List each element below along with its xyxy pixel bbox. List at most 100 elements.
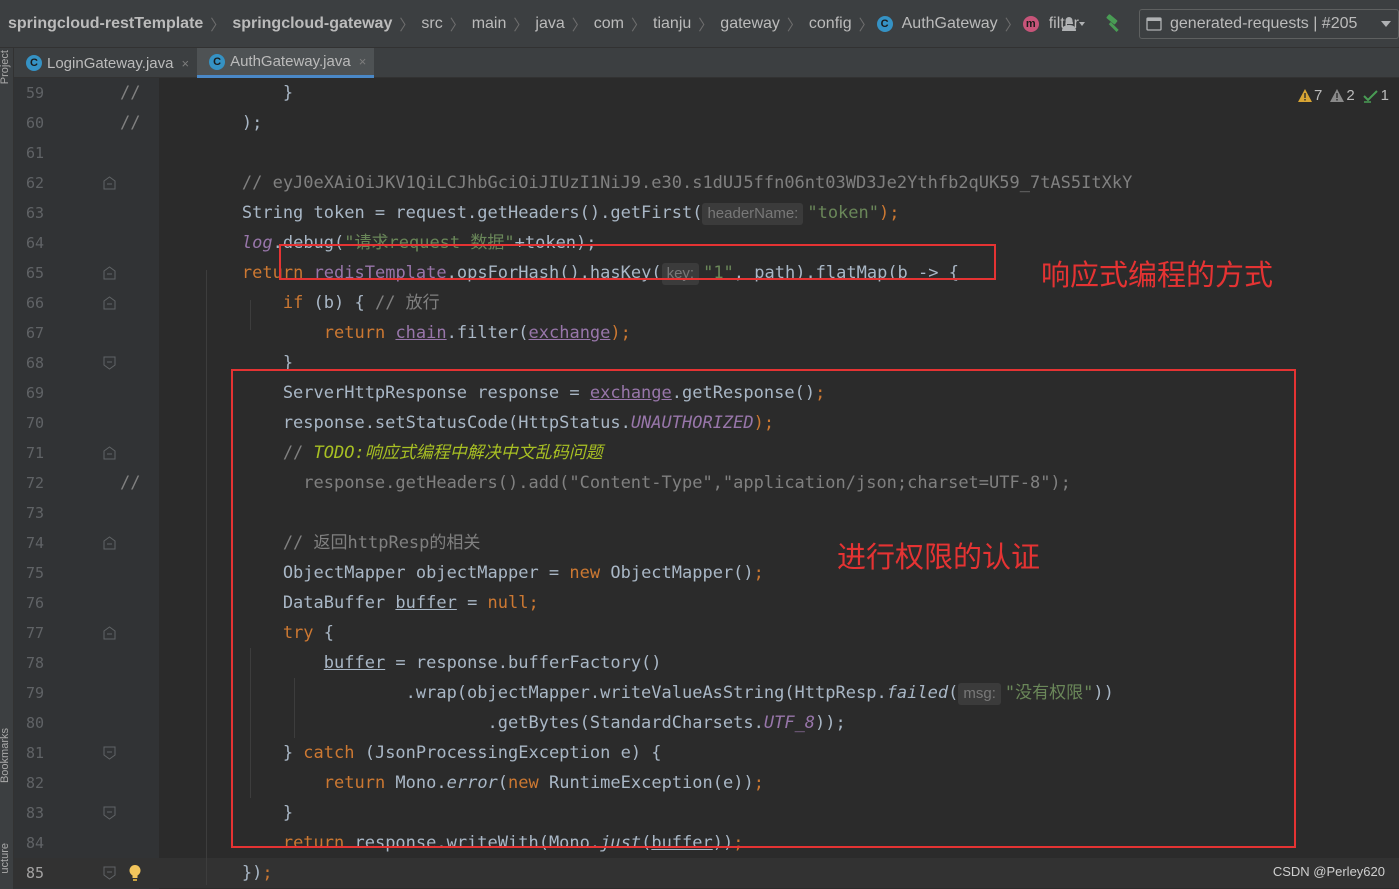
line-number[interactable]: 85 bbox=[14, 858, 44, 888]
tab-label: AuthGateway.java bbox=[230, 53, 351, 70]
class-icon: C bbox=[209, 53, 226, 70]
line-number[interactable]: 65 bbox=[14, 258, 44, 288]
tab-label: LoginGateway.java bbox=[47, 54, 174, 72]
breadcrumb-separator-icon: 〉 bbox=[399, 16, 415, 34]
line-number[interactable]: 66 bbox=[14, 288, 44, 318]
close-icon[interactable]: × bbox=[181, 56, 189, 71]
breadcrumb-item[interactable]: src bbox=[417, 15, 446, 33]
fold-marker-icon[interactable] bbox=[103, 536, 116, 550]
line-number[interactable]: 71 bbox=[14, 438, 44, 468]
fold-marker-icon[interactable] bbox=[103, 176, 116, 190]
breadcrumb-item[interactable]: AuthGateway bbox=[898, 15, 1002, 33]
ok-count: 1 bbox=[1380, 87, 1389, 104]
line-number[interactable]: 75 bbox=[14, 558, 44, 588]
breadcrumb-item[interactable]: config bbox=[805, 15, 856, 33]
fold-marker-icon[interactable] bbox=[103, 446, 116, 460]
tab-login-gateway[interactable]: C LoginGateway.java × bbox=[14, 48, 197, 78]
breadcrumb-item[interactable]: gateway bbox=[716, 15, 784, 33]
line-number[interactable]: 80 bbox=[14, 708, 44, 738]
run-configuration-selector[interactable]: generated-requests | #205 bbox=[1139, 9, 1399, 39]
weak-warning-icon bbox=[1330, 89, 1345, 102]
breadcrumb-separator-icon: 〉 bbox=[1004, 16, 1020, 34]
left-tool-strip: Project Bookmarks ucture bbox=[0, 48, 14, 889]
code-editor[interactable]: 59 // } 60 // ); 61 62 // eyJ0eXAiOiJKV1QiLCJ… bbox=[14, 78, 1399, 889]
code-token: "token" bbox=[807, 203, 879, 223]
structure-tool-tab[interactable]: ucture bbox=[0, 843, 11, 874]
breadcrumb-item[interactable]: com bbox=[590, 15, 628, 33]
code-line[interactable]: 62 // eyJ0eXAiOiJKV1QiLCJhbGciOiJIUzI1Ni… bbox=[14, 168, 1399, 198]
code-text: }); bbox=[160, 858, 273, 888]
ok-indicator[interactable]: 1 bbox=[1362, 87, 1389, 104]
code-line[interactable]: 59 // } bbox=[14, 78, 1399, 108]
weak-warnings-indicator[interactable]: 2 bbox=[1330, 87, 1355, 104]
fold-marker-icon[interactable] bbox=[103, 806, 116, 820]
line-number[interactable]: 74 bbox=[14, 528, 44, 558]
code-text: return chain.filter(exchange); bbox=[160, 318, 631, 348]
tab-auth-gateway[interactable]: C AuthGateway.java × bbox=[197, 48, 375, 78]
inspections-widget[interactable]: 7 2 1 bbox=[1290, 87, 1389, 104]
line-number[interactable]: 81 bbox=[14, 738, 44, 768]
code-line[interactable]: 63 String token = request.getHeaders().g… bbox=[14, 198, 1399, 228]
annotation-auth: 进行权限的认证 bbox=[837, 540, 1041, 574]
project-tool-tab[interactable]: Project bbox=[0, 50, 11, 84]
line-number[interactable]: 79 bbox=[14, 678, 44, 708]
line-number[interactable]: 59 bbox=[14, 78, 44, 108]
fold-marker-icon[interactable] bbox=[103, 746, 116, 760]
code-token: String token = request.getHeaders().getF… bbox=[160, 203, 703, 223]
line-number[interactable]: 76 bbox=[14, 588, 44, 618]
line-number[interactable]: 67 bbox=[14, 318, 44, 348]
code-line[interactable]: 60 // ); bbox=[14, 108, 1399, 138]
fold-marker-icon[interactable] bbox=[103, 356, 116, 370]
breadcrumb-item[interactable]: springcloud-gateway bbox=[228, 15, 396, 33]
weak-warnings-count: 2 bbox=[1346, 87, 1355, 104]
reactive-highlight-box bbox=[279, 244, 996, 280]
line-number[interactable]: 61 bbox=[14, 138, 44, 168]
lightbulb-icon[interactable] bbox=[128, 864, 142, 882]
line-number[interactable]: 78 bbox=[14, 648, 44, 678]
fold-marker-icon[interactable] bbox=[103, 866, 116, 880]
user-icon[interactable] bbox=[1057, 10, 1091, 38]
breadcrumb-item[interactable]: main bbox=[468, 15, 511, 33]
fold-marker-icon[interactable] bbox=[103, 626, 116, 640]
code-line[interactable]: 61 bbox=[14, 138, 1399, 168]
line-number[interactable]: 62 bbox=[14, 168, 44, 198]
build-hammer-icon[interactable] bbox=[1099, 10, 1129, 38]
auth-highlight-box bbox=[231, 369, 1296, 848]
line-number[interactable]: 63 bbox=[14, 198, 44, 228]
line-number[interactable]: 60 bbox=[14, 108, 44, 138]
class-icon: C bbox=[876, 16, 893, 32]
code-token: log bbox=[241, 233, 273, 253]
line-number[interactable]: 68 bbox=[14, 348, 44, 378]
annotation-reactive: 响应式编程的方式 bbox=[1041, 258, 1274, 292]
line-number[interactable]: 64 bbox=[14, 228, 44, 258]
breadcrumb-item[interactable]: java bbox=[531, 15, 568, 33]
line-number[interactable]: 84 bbox=[14, 828, 44, 858]
line-number[interactable]: 69 bbox=[14, 378, 44, 408]
code-token: if bbox=[282, 293, 304, 313]
code-line[interactable]: 85 }); bbox=[14, 858, 1399, 888]
line-number[interactable]: 82 bbox=[14, 768, 44, 798]
close-icon[interactable]: × bbox=[359, 54, 367, 69]
breadcrumb-separator-icon: 〉 bbox=[210, 16, 226, 34]
line-number[interactable]: 70 bbox=[14, 408, 44, 438]
fold-marker-icon[interactable] bbox=[103, 266, 116, 280]
code-text: if (b) { // 放行 bbox=[160, 288, 440, 318]
breadcrumb-separator-icon: 〉 bbox=[858, 16, 874, 34]
line-number[interactable]: 83 bbox=[14, 798, 44, 828]
line-number[interactable]: 73 bbox=[14, 498, 44, 528]
parameter-hint: headerName: bbox=[702, 203, 804, 225]
warnings-indicator[interactable]: 7 bbox=[1297, 87, 1322, 104]
code-text: String token = request.getHeaders().getF… bbox=[160, 198, 899, 228]
commented-marker: // bbox=[120, 473, 141, 493]
bookmarks-tool-tab[interactable]: Bookmarks bbox=[0, 728, 11, 783]
breadcrumb-item[interactable]: springcloud-restTemplate bbox=[4, 15, 207, 33]
breadcrumb-item[interactable]: tianju bbox=[649, 15, 695, 33]
fold-marker-icon[interactable] bbox=[103, 296, 116, 310]
line-number[interactable]: 72 bbox=[14, 468, 44, 498]
line-number[interactable]: 77 bbox=[14, 618, 44, 648]
code-line[interactable]: 67 return chain.filter(exchange); bbox=[14, 318, 1399, 348]
